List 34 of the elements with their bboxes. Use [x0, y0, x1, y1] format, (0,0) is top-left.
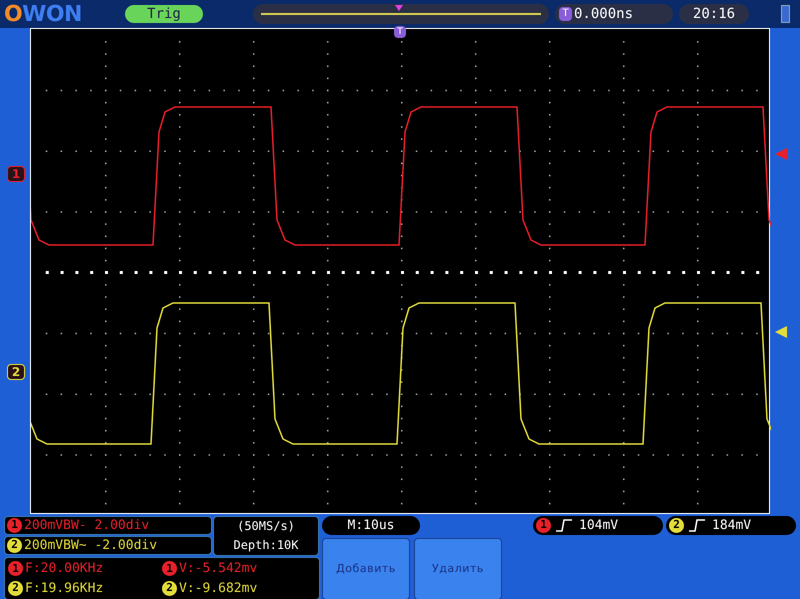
- rising-edge-icon: [689, 519, 705, 532]
- channel-badge: 1: [162, 561, 177, 576]
- battery-icon: [781, 5, 790, 23]
- trigger-status: Trig: [125, 5, 203, 23]
- channel-scale: 200mVBW~ -2.00div: [24, 536, 158, 555]
- clock: 20:16: [679, 4, 749, 24]
- trigger-level-marker: [775, 326, 787, 338]
- frequency-reading: F:19.96KHz: [25, 580, 104, 598]
- trigger-level: 184mV: [712, 516, 752, 535]
- voltage-reading: V:-5.542mv: [179, 560, 258, 578]
- channel-marker: 1: [7, 166, 25, 182]
- voltage-reading: V:-9.682mv: [179, 580, 258, 598]
- menu-button[interactable]: Удалить: [414, 538, 502, 599]
- channel-marker: 2: [7, 364, 25, 380]
- channel-scale: 200mVBW- 2.00div: [24, 516, 150, 535]
- trigger-time-badge: T: [559, 7, 572, 21]
- trigger-position-marker: T: [394, 26, 406, 38]
- channel-badge: 2: [162, 580, 177, 596]
- channel-badge: 2: [669, 518, 684, 533]
- sample-rate: (50MS/s): [237, 518, 295, 535]
- channel-badge: 2: [8, 580, 23, 596]
- trigger-level: 104mV: [579, 516, 618, 535]
- rising-edge-icon: [556, 519, 572, 532]
- channel-badge: 2: [7, 538, 22, 553]
- channel-badge: 1: [536, 518, 551, 533]
- timebase: M:10us: [322, 516, 420, 535]
- trigger-level-marker: [775, 148, 787, 160]
- channel-badge: 1: [8, 561, 23, 576]
- menu-button[interactable]: Добавить: [322, 538, 410, 599]
- memory-depth: Depth:10K: [233, 537, 299, 554]
- frequency-reading: F:20.00KHz: [25, 560, 104, 578]
- brand-logo: OWON: [4, 0, 83, 28]
- trigger-time: 0.000ns: [574, 4, 634, 24]
- channel-badge: 1: [7, 518, 22, 533]
